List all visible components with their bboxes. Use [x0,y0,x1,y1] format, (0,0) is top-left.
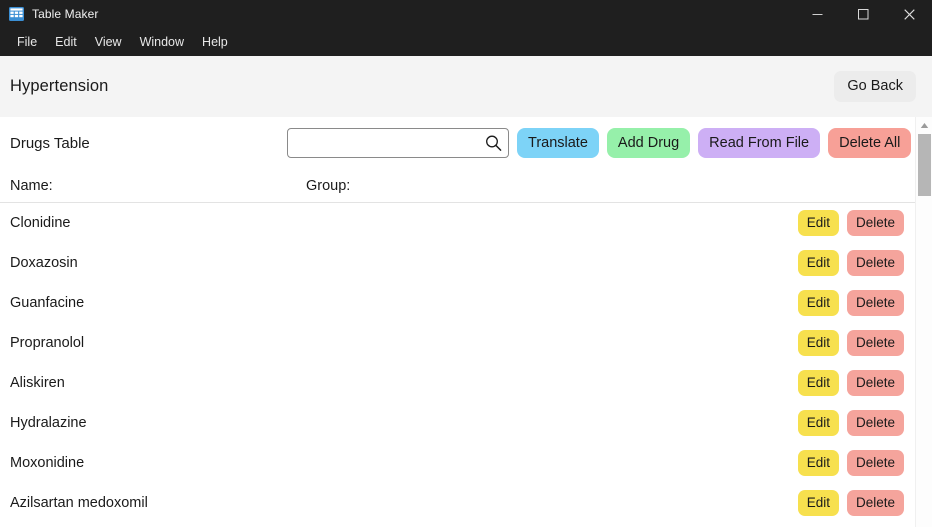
column-header-group: Group: [306,177,351,194]
read-from-file-button[interactable]: Read From File [698,127,821,159]
delete-button[interactable]: Delete [846,290,904,316]
table-grid-icon [9,7,24,21]
edit-button[interactable]: Edit [797,370,839,396]
close-button[interactable] [886,0,932,28]
drug-name: Aliskiren [10,375,65,391]
drug-name: Guanfacine [10,295,85,311]
row-actions: Edit Delete [797,250,904,276]
page-title: Hypertension [10,77,109,95]
search-input[interactable] [287,128,509,158]
row-actions: Edit Delete [797,290,904,316]
drug-name: Moxonidine [10,455,85,471]
window-title: Table Maker [32,7,99,21]
edit-button[interactable]: Edit [797,210,839,236]
edit-button[interactable]: Edit [797,490,839,516]
row-actions: Edit Delete [797,490,904,516]
menu-item-edit[interactable]: Edit [46,31,86,53]
content-area: Drugs Table Translate Add Drug Read From… [0,117,932,527]
table-row[interactable]: Hydralazine Edit Delete [0,403,915,443]
edit-button[interactable]: Edit [797,250,839,276]
menu-bar: File Edit View Window Help [0,28,932,56]
drug-name: Hydralazine [10,415,87,431]
go-back-button[interactable]: Go Back [834,71,916,102]
table-row[interactable]: Aliskiren Edit Delete [0,363,915,403]
scrollbar-track[interactable] [916,134,932,527]
drug-rows: Clonidine Edit Delete Doxazosin Edit Del… [0,203,915,523]
table-row[interactable]: Doxazosin Edit Delete [0,243,915,283]
table-toolbar: Drugs Table Translate Add Drug Read From… [0,117,915,169]
column-header-name: Name: [10,177,53,194]
table-row[interactable]: Clonidine Edit Delete [0,203,915,243]
scroll-up-arrow-icon[interactable] [916,117,932,134]
table-row[interactable]: Propranolol Edit Delete [0,323,915,363]
drugs-table-label: Drugs Table [10,134,90,152]
menu-item-help[interactable]: Help [193,31,237,53]
delete-button[interactable]: Delete [846,370,904,396]
search-box [287,128,509,158]
drug-name: Azilsartan medoxomil [10,495,148,511]
row-actions: Edit Delete [797,410,904,436]
drug-name: Propranolol [10,335,85,351]
page-header: Hypertension Go Back [0,56,932,117]
add-drug-button[interactable]: Add Drug [606,127,691,159]
edit-button[interactable]: Edit [797,450,839,476]
edit-button[interactable]: Edit [797,330,839,356]
row-actions: Edit Delete [797,210,904,236]
maximize-button[interactable] [840,0,886,28]
drug-name: Doxazosin [10,255,78,271]
title-bar-left: Table Maker [0,7,794,21]
app-window: Table Maker File Edit View Window Help H… [0,0,932,527]
content-inner: Drugs Table Translate Add Drug Read From… [0,117,915,527]
delete-all-button[interactable]: Delete All [828,127,912,159]
edit-button[interactable]: Edit [797,410,839,436]
row-actions: Edit Delete [797,330,904,356]
table-row[interactable]: Azilsartan medoxomil Edit Delete [0,483,915,523]
search-icon[interactable] [485,135,502,152]
translate-button[interactable]: Translate [517,127,599,159]
drug-name: Clonidine [10,215,71,231]
title-bar: Table Maker [0,0,932,28]
edit-button[interactable]: Edit [797,290,839,316]
table-column-header: Name: Group: [0,169,915,203]
delete-button[interactable]: Delete [846,490,904,516]
table-row[interactable]: Moxonidine Edit Delete [0,443,915,483]
delete-button[interactable]: Delete [846,450,904,476]
vertical-scrollbar[interactable] [915,117,932,527]
minimize-button[interactable] [794,0,840,28]
window-controls [794,0,932,28]
table-row[interactable]: Guanfacine Edit Delete [0,283,915,323]
menu-item-file[interactable]: File [8,31,46,53]
menu-item-view[interactable]: View [86,31,131,53]
menu-item-window[interactable]: Window [131,31,193,53]
delete-button[interactable]: Delete [846,330,904,356]
scrollbar-thumb[interactable] [918,134,931,196]
delete-button[interactable]: Delete [846,210,904,236]
row-actions: Edit Delete [797,370,904,396]
delete-button[interactable]: Delete [846,250,904,276]
delete-button[interactable]: Delete [846,410,904,436]
row-actions: Edit Delete [797,450,904,476]
